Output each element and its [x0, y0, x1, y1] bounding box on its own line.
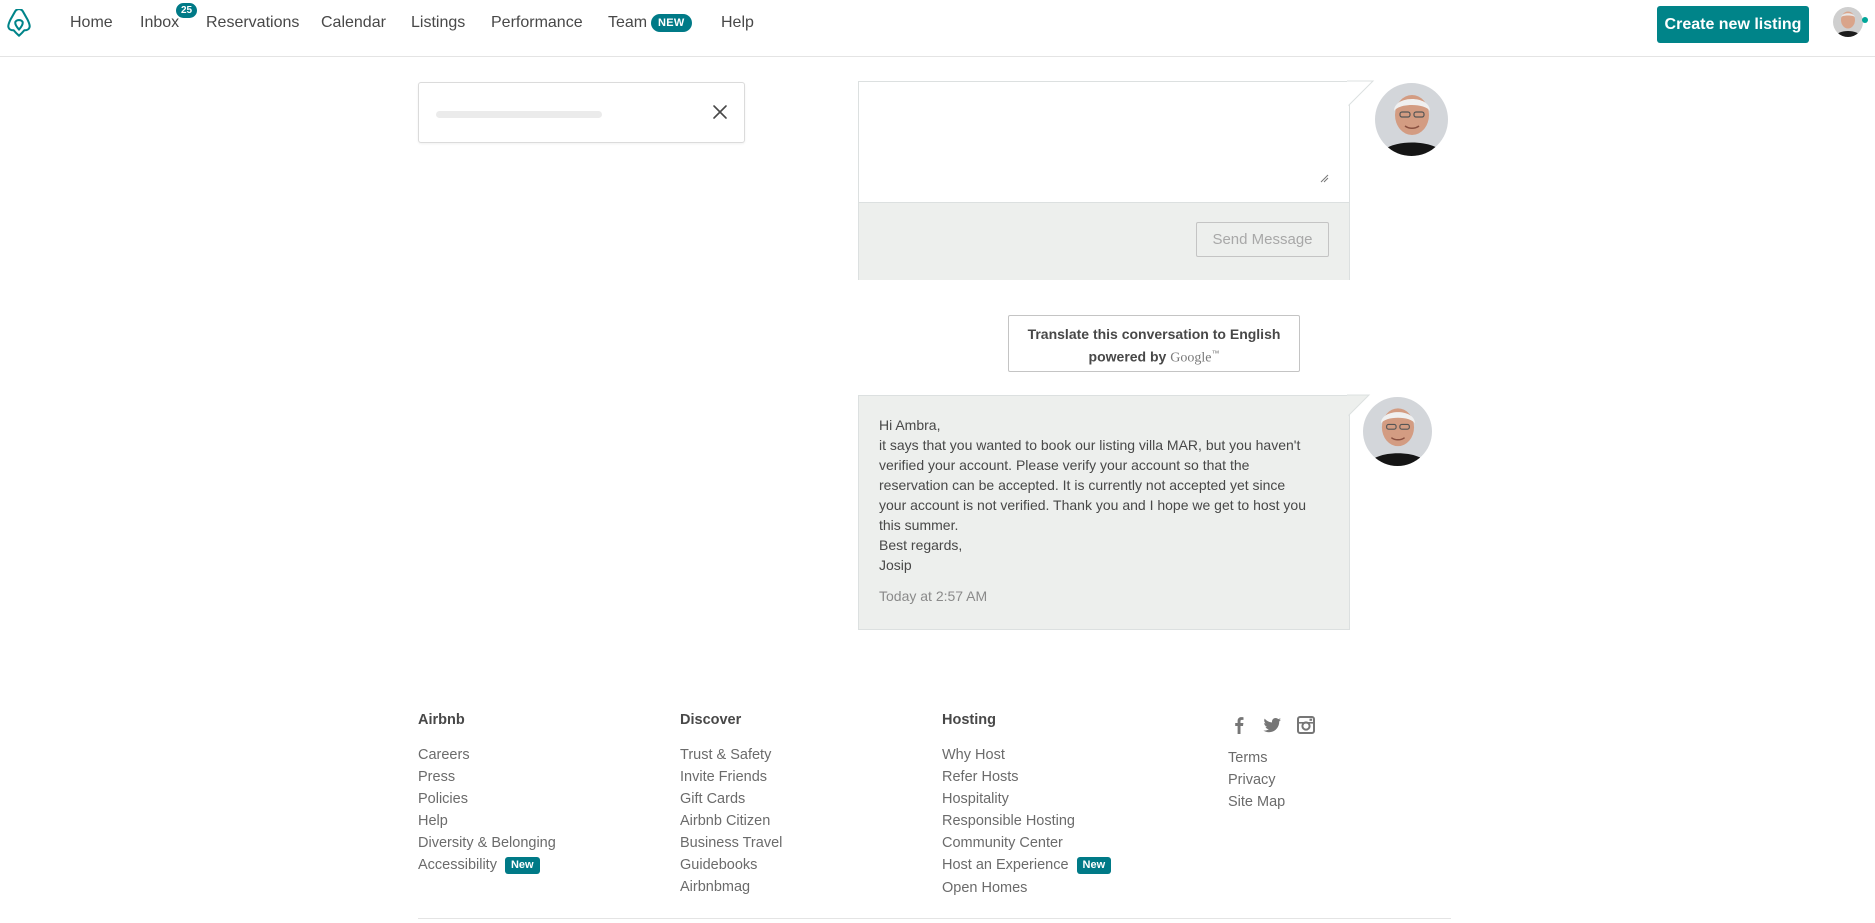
footer-divider	[418, 918, 1451, 919]
notification-dot	[1862, 17, 1868, 23]
nav-reservations[interactable]: Reservations	[206, 12, 299, 34]
message-line: Josip	[879, 557, 912, 573]
translate-conversation-button[interactable]: Translate this conversation to English p…	[1008, 315, 1300, 372]
footer-link-hospitality[interactable]: Hospitality	[942, 791, 1009, 807]
footer-heading-airbnb: Airbnb	[418, 712, 465, 728]
message-composer: Send Message	[858, 81, 1350, 280]
team-new-badge: NEW	[651, 14, 692, 32]
message-bubble: Hi Ambra, it says that you wanted to boo…	[858, 395, 1350, 630]
nav-performance[interactable]: Performance	[491, 12, 583, 34]
facebook-icon[interactable]	[1229, 715, 1249, 735]
host-experience-new-badge: New	[1076, 857, 1112, 874]
composer-bubble-tail	[1346, 80, 1375, 108]
message-body: Hi Ambra, it says that you wanted to boo…	[879, 415, 1329, 575]
inbox-count-badge: 25	[176, 3, 197, 18]
create-new-listing-button[interactable]: Create new listing	[1657, 6, 1809, 43]
footer-link-trust-safety[interactable]: Trust & Safety	[680, 747, 771, 763]
nav-home[interactable]: Home	[70, 12, 113, 34]
footer-link-site-map[interactable]: Site Map	[1228, 794, 1285, 810]
footer-link-accessibility[interactable]: Accessibility New	[418, 857, 540, 874]
message-textarea[interactable]	[873, 94, 1337, 198]
footer-link-community-center[interactable]: Community Center	[942, 835, 1063, 851]
footer-link-help[interactable]: Help	[418, 813, 448, 829]
resize-handle-icon[interactable]	[1319, 173, 1329, 183]
footer-link-press[interactable]: Press	[418, 769, 455, 785]
footer-link-terms[interactable]: Terms	[1228, 750, 1267, 766]
footer-heading-hosting: Hosting	[942, 712, 996, 728]
footer-link-invite-friends[interactable]: Invite Friends	[680, 769, 767, 785]
footer-link-host-experience[interactable]: Host an Experience New	[942, 857, 1112, 874]
message-line: verified your account. Please verify you…	[879, 457, 1250, 473]
footer-link-airbnbmag[interactable]: Airbnbmag	[680, 879, 750, 895]
message-search	[418, 82, 745, 143]
message-line: this summer.	[879, 517, 959, 533]
footer-link-diversity[interactable]: Diversity & Belonging	[418, 835, 556, 851]
accessibility-label: Accessibility	[418, 857, 497, 873]
message-line: it says that you wanted to book our list…	[879, 437, 1301, 453]
host-photo	[1375, 83, 1448, 156]
avatar-photo	[1833, 7, 1863, 37]
nav-calendar[interactable]: Calendar	[321, 12, 386, 34]
close-icon[interactable]	[711, 103, 729, 121]
footer-link-privacy[interactable]: Privacy	[1228, 772, 1276, 788]
nav-inbox[interactable]: Inbox	[140, 12, 179, 34]
message-line: Hi Ambra,	[879, 417, 941, 433]
instagram-icon[interactable]	[1296, 715, 1316, 735]
nav-help[interactable]: Help	[721, 12, 754, 34]
powered-by-label: powered by	[1088, 348, 1167, 365]
nav-listings[interactable]: Listings	[411, 12, 465, 34]
twitter-icon[interactable]	[1262, 715, 1282, 735]
google-wordmark: Google	[1170, 350, 1212, 366]
message-line: Best regards,	[879, 537, 963, 553]
footer-link-gift-cards[interactable]: Gift Cards	[680, 791, 745, 807]
footer-link-policies[interactable]: Policies	[418, 791, 468, 807]
footer-link-business-travel[interactable]: Business Travel	[680, 835, 782, 851]
user-avatar[interactable]	[1833, 7, 1863, 37]
composer-footer: Send Message	[859, 202, 1349, 280]
nav-team[interactable]: Team	[608, 12, 647, 34]
top-navigation: Home Inbox 25 Reservations Calendar List…	[0, 0, 1875, 57]
sender-photo	[1363, 397, 1432, 466]
footer-heading-discover: Discover	[680, 712, 742, 728]
message-line: your account is not verified. Thank you …	[879, 497, 1307, 513]
footer-link-guidebooks[interactable]: Guidebooks	[680, 857, 757, 873]
send-message-button[interactable]: Send Message	[1196, 222, 1329, 257]
footer-link-airbnb-citizen[interactable]: Airbnb Citizen	[680, 813, 770, 829]
footer-link-why-host[interactable]: Why Host	[942, 747, 1005, 763]
sender-avatar[interactable]	[1363, 397, 1432, 466]
message-line: reservation can be accepted. It is curre…	[879, 477, 1286, 493]
footer-link-responsible-hosting[interactable]: Responsible Hosting	[942, 813, 1075, 829]
search-input[interactable]	[435, 95, 709, 131]
host-avatar[interactable]	[1375, 83, 1448, 156]
accessibility-new-badge: New	[504, 857, 540, 874]
trademark-symbol: ™	[1211, 349, 1220, 358]
footer-link-open-homes[interactable]: Open Homes	[942, 880, 1027, 896]
translate-label: Translate this conversation to English	[1027, 326, 1281, 342]
message-timestamp: Today at 2:57 AM	[879, 588, 988, 604]
airbnb-logo-icon[interactable]	[5, 9, 33, 39]
footer-link-refer-hosts[interactable]: Refer Hosts	[942, 769, 1019, 785]
host-experience-label: Host an Experience	[942, 857, 1069, 873]
footer-link-careers[interactable]: Careers	[418, 747, 470, 763]
